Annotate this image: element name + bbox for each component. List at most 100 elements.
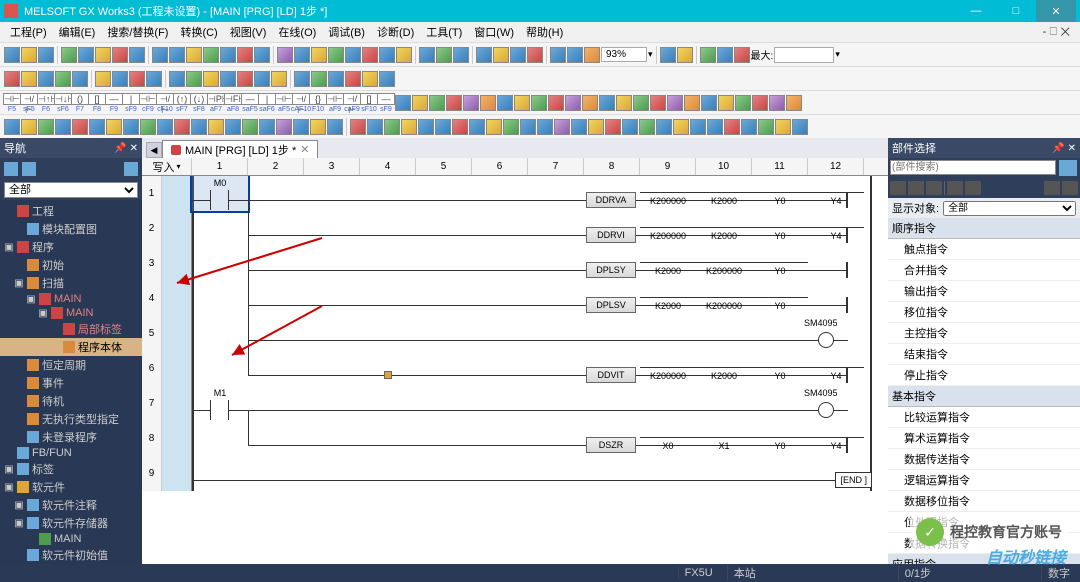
parts-group[interactable]: 基本指令 [888, 386, 1080, 407]
tb4-icon[interactable] [242, 119, 258, 135]
ladder-symbol-saF6[interactable]: |saF6 [259, 93, 275, 113]
tb-icon[interactable] [396, 47, 412, 63]
zoom-out-icon[interactable] [550, 47, 566, 63]
tb3-icon[interactable] [582, 95, 598, 111]
tb3-icon[interactable] [429, 95, 445, 111]
tb4-icon[interactable] [367, 119, 383, 135]
tb4-icon[interactable] [384, 119, 400, 135]
row-cells[interactable]: DSZRX0X1Y0Y4 [192, 421, 888, 456]
max-input[interactable] [774, 47, 834, 63]
ladder-symbol-F10[interactable]: {}F10 [310, 93, 326, 113]
instruction-param[interactable]: K200000 [640, 367, 696, 383]
tree-item[interactable]: 未登录程序 [0, 428, 142, 446]
row-cells[interactable]: [END ] [192, 456, 888, 491]
tree-item[interactable]: 初始 [0, 256, 142, 274]
menu-edit[interactable]: 编辑(E) [55, 22, 100, 42]
tb4-icon[interactable] [792, 119, 808, 135]
tb4-icon[interactable] [741, 119, 757, 135]
tb-icon[interactable] [294, 47, 310, 63]
tb2-icon[interactable] [146, 71, 162, 87]
tb4-icon[interactable] [72, 119, 88, 135]
ladder-symbol-caF9[interactable]: ⊣/⊢caF9 [344, 93, 360, 113]
tb4-icon[interactable] [486, 119, 502, 135]
row-cells[interactable]: DPLSVK2000K200000Y0 [192, 281, 888, 316]
instruction-param[interactable]: Y4 [808, 192, 864, 208]
tb4-icon[interactable] [571, 119, 587, 135]
tb4-icon[interactable] [310, 119, 326, 135]
ladder-symbol-sF5[interactable]: ⊣/⊢sF5 [21, 93, 37, 113]
nav-tool-icon[interactable] [4, 162, 18, 176]
tb3-icon[interactable] [599, 95, 615, 111]
tb4-icon[interactable] [469, 119, 485, 135]
nav-filter-select[interactable]: 全部 [4, 182, 138, 198]
tb3-icon[interactable] [786, 95, 802, 111]
tb2-icon[interactable] [220, 71, 236, 87]
close-button[interactable]: ✕ [1036, 0, 1076, 22]
save-icon[interactable] [38, 47, 54, 63]
parts-tool-icon[interactable] [965, 181, 981, 195]
tree-item[interactable]: ▣扫描 [0, 274, 142, 292]
ladder-symbol-F6[interactable]: ⊣↑⊢F6 [38, 93, 54, 113]
menu-debug[interactable]: 调试(B) [324, 22, 369, 42]
tb3-icon[interactable] [463, 95, 479, 111]
tb2-icon[interactable] [362, 71, 378, 87]
parts-item[interactable]: 合并指令 [888, 260, 1080, 281]
pin-icon[interactable]: 📌 ✕ [1052, 143, 1076, 154]
tb-icon[interactable] [493, 47, 509, 63]
mdi-window-controls[interactable]: - 🗆 ✕ [1043, 23, 1074, 42]
tb-icon[interactable] [362, 47, 378, 63]
ladder-row[interactable]: 1M0DDRVAK200000K2000Y0Y4 [142, 176, 888, 211]
tb3-icon[interactable] [650, 95, 666, 111]
menu-tools[interactable]: 工具(T) [422, 22, 466, 42]
ladder-symbol-sF9[interactable]: —sF9 [378, 93, 394, 113]
parts-item[interactable]: 算术运算指令 [888, 428, 1080, 449]
ladder-symbol-cAF10[interactable]: ⊣/⊢cAF10 [293, 93, 309, 113]
tb-icon[interactable] [311, 47, 327, 63]
tb3-icon[interactable] [531, 95, 547, 111]
tb-icon[interactable] [527, 47, 543, 63]
tb2-icon[interactable] [112, 71, 128, 87]
tb4-icon[interactable] [554, 119, 570, 135]
maximize-button[interactable]: □ [996, 0, 1036, 22]
row-cells[interactable]: SM4095 [192, 316, 888, 351]
zoom-combo[interactable]: 93% [601, 47, 647, 62]
menu-convert[interactable]: 转换(C) [176, 22, 221, 42]
ladder-row[interactable]: 7M1SM4095 [142, 386, 888, 421]
tb3-icon[interactable] [752, 95, 768, 111]
tb2-icon[interactable] [203, 71, 219, 87]
instruction-param[interactable]: Y0 [752, 297, 808, 313]
tb4-icon[interactable] [707, 119, 723, 135]
instruction-param[interactable]: Y0 [752, 192, 808, 208]
tb4-icon[interactable] [537, 119, 553, 135]
instruction-param[interactable]: Y4 [808, 437, 864, 453]
tb3-icon[interactable] [735, 95, 751, 111]
ladder-symbol-aF7[interactable]: ⊣P⊢aF7 [208, 93, 224, 113]
redo-icon[interactable] [129, 47, 145, 63]
contact[interactable]: M0 [192, 176, 248, 211]
tb2-icon[interactable] [294, 71, 310, 87]
tree-item[interactable]: ▣软元件 [0, 478, 142, 496]
instruction-param[interactable]: K2000 [640, 297, 696, 313]
coil[interactable] [818, 402, 834, 418]
tb2-icon[interactable] [129, 71, 145, 87]
parts-tool-icon[interactable] [926, 181, 942, 195]
tb4-icon[interactable] [401, 119, 417, 135]
parts-item[interactable]: 触点指令 [888, 239, 1080, 260]
tb2-icon[interactable] [38, 71, 54, 87]
nav-tool-icon[interactable] [22, 162, 36, 176]
tb2-icon[interactable] [237, 71, 253, 87]
instruction-param[interactable]: Y0 [752, 437, 808, 453]
instruction-param[interactable]: K2000 [696, 367, 752, 383]
tb4-icon[interactable] [452, 119, 468, 135]
parts-tool-icon[interactable] [890, 181, 906, 195]
row-cells[interactable]: DPLSYK2000K200000Y0 [192, 246, 888, 281]
tb-icon[interactable] [203, 47, 219, 63]
tb-icon[interactable] [186, 47, 202, 63]
instruction[interactable]: DDRVA [586, 192, 636, 208]
tb-icon[interactable] [328, 47, 344, 63]
ladder-symbol-sF6[interactable]: ⊣↓⊢sF6 [55, 93, 71, 113]
parts-item[interactable]: 数据移位指令 [888, 491, 1080, 512]
tb4-icon[interactable] [588, 119, 604, 135]
tb4-icon[interactable] [639, 119, 655, 135]
tb2-icon[interactable] [328, 71, 344, 87]
